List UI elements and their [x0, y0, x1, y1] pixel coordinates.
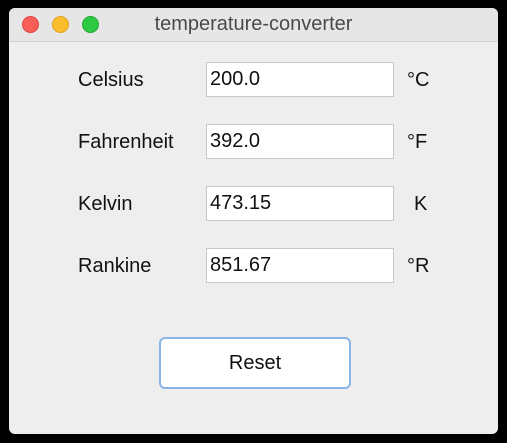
kelvin-unit: K: [414, 193, 428, 215]
rankine-label: Rankine: [78, 255, 152, 277]
rankine-input[interactable]: [206, 248, 394, 283]
title-bar[interactable]: temperature-converter: [9, 8, 498, 42]
fahrenheit-unit: °F: [407, 131, 428, 153]
fahrenheit-label: Fahrenheit: [78, 131, 174, 153]
celsius-label: Celsius: [78, 69, 144, 91]
fahrenheit-input[interactable]: [206, 124, 394, 159]
celsius-input[interactable]: [206, 62, 394, 97]
kelvin-label: Kelvin: [78, 193, 133, 215]
app-window: temperature-converter Celsius °C Fahrenh…: [9, 8, 498, 434]
rankine-unit: °R: [407, 255, 430, 277]
reset-button[interactable]: Reset: [159, 337, 351, 389]
kelvin-input[interactable]: [206, 186, 394, 221]
celsius-unit: °C: [407, 69, 430, 91]
window-title: temperature-converter: [154, 13, 353, 35]
